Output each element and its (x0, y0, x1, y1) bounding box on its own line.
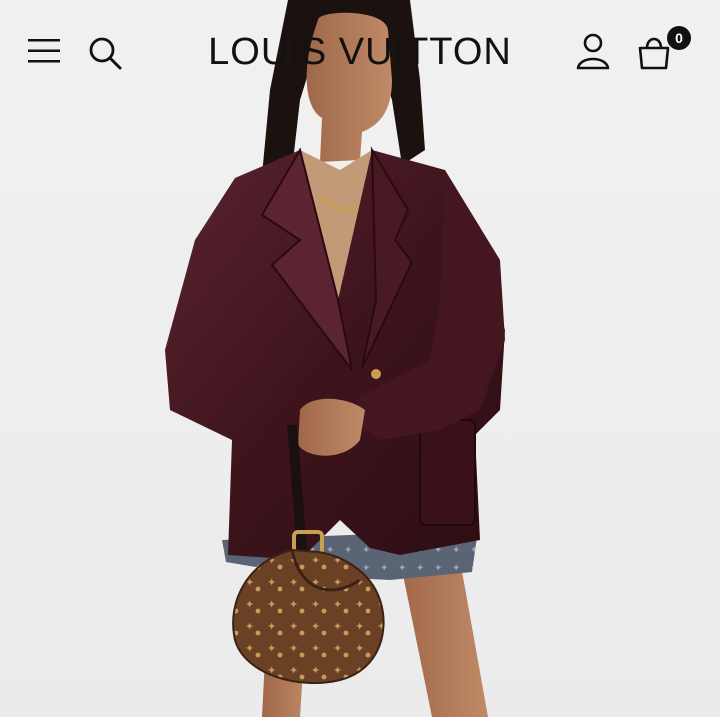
search-icon[interactable] (86, 34, 124, 72)
brand-logo[interactable]: LOUIS VUITTON (160, 30, 560, 74)
account-icon[interactable] (574, 32, 612, 72)
menu-icon[interactable] (26, 36, 64, 66)
cart-count-badge: 0 (667, 26, 691, 50)
site-header: LOUIS VUITTON 0 (0, 0, 720, 110)
